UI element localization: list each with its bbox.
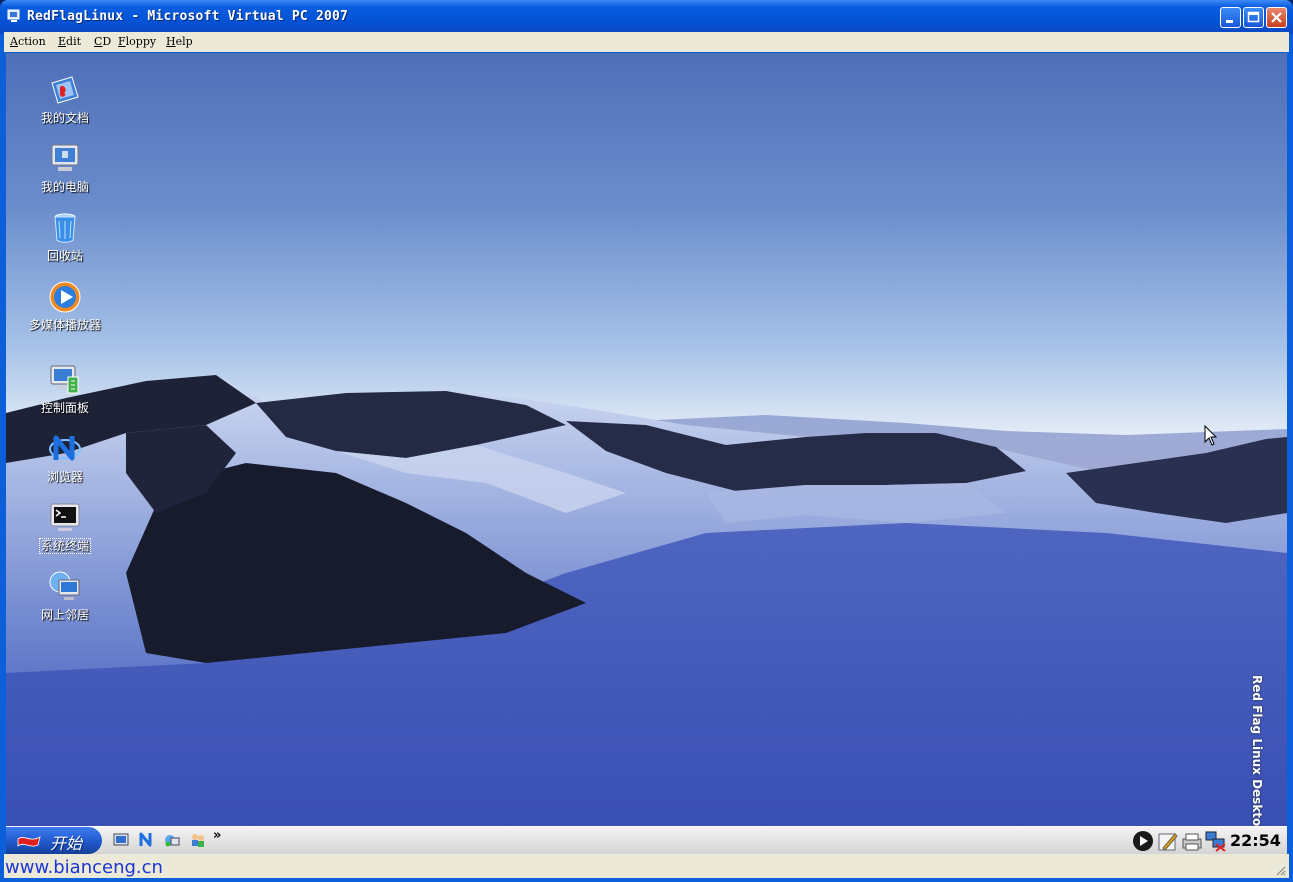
start-button[interactable]: 开始 <box>6 827 102 854</box>
status-bar <box>4 854 1289 878</box>
menu-bar: Action Edit CD Floppy Help <box>4 32 1289 52</box>
maximize-icon <box>1247 11 1260 23</box>
network-icon <box>49 571 80 600</box>
desktop-icon-media-player[interactable]: 多媒体播放器 <box>20 280 110 333</box>
terminal-icon <box>50 503 80 531</box>
guest-taskbar: 开始 » 22:54 <box>6 826 1287 854</box>
browser-icon[interactable] <box>138 832 154 848</box>
my-documents-icon <box>51 76 79 104</box>
recycle-bin-icon <box>54 213 76 243</box>
close-icon <box>1271 12 1282 23</box>
desktop-icon-label: 我的文档 <box>40 111 89 125</box>
browser-icon <box>49 435 81 461</box>
edit-icon[interactable] <box>1157 830 1179 852</box>
branding-text: Red Flag Linux Desktop <box>1250 675 1264 826</box>
desktop-icon-terminal[interactable]: 系统终端 <box>20 501 110 554</box>
printer-icon[interactable] <box>1181 830 1203 852</box>
menu-cd[interactable]: CD <box>94 35 111 48</box>
minimize-icon <box>1226 20 1233 23</box>
red-flag-icon <box>17 836 41 847</box>
resize-grip-icon[interactable] <box>1274 864 1286 876</box>
virtual-pc-icon <box>7 9 20 22</box>
desktop-icon-recycle-bin[interactable]: 回收站 <box>20 211 110 264</box>
network-icon[interactable] <box>164 832 180 848</box>
vpc-window: RedFlagLinux - Microsoft Virtual PC 2007… <box>0 0 1293 882</box>
wallpaper-mountains <box>6 375 1287 826</box>
desktop-icon-label: 回收站 <box>46 249 83 263</box>
close-button[interactable] <box>1266 7 1287 28</box>
my-computer-icon <box>51 144 79 171</box>
desktop-icon-label: 浏览器 <box>46 470 83 484</box>
users-icon[interactable] <box>190 832 206 848</box>
menu-edit[interactable]: Edit <box>58 35 81 48</box>
show-desktop-icon[interactable] <box>113 832 129 848</box>
menu-help[interactable]: Help <box>166 35 193 48</box>
window-title: RedFlagLinux - Microsoft Virtual PC 2007 <box>27 9 349 24</box>
desktop-icon-label: 系统终端 <box>38 538 92 554</box>
maximize-button[interactable] <box>1243 7 1264 28</box>
desktop-icon-label: 网上邻居 <box>40 608 89 622</box>
network-status-icon[interactable] <box>1205 830 1227 852</box>
desktop-icon-control-panel[interactable]: 控制面板 <box>20 363 110 416</box>
menu-floppy[interactable]: Floppy <box>118 35 156 48</box>
desktop-icon-network[interactable]: 网上邻居 <box>20 570 110 623</box>
minimize-button[interactable] <box>1220 7 1241 28</box>
site-watermark: www.bianceng.cn <box>5 857 163 878</box>
desktop-icon-label: 多媒体播放器 <box>28 318 101 332</box>
quicklaunch-overflow-button[interactable]: » <box>213 828 221 843</box>
start-label: 开始 <box>50 834 83 853</box>
control-panel-icon <box>50 365 79 394</box>
taskbar-clock[interactable]: 22:54 <box>1230 831 1281 850</box>
wallpaper-branding: Red Flag Linux Desktop <box>1248 675 1272 826</box>
title-bar[interactable]: RedFlagLinux - Microsoft Virtual PC 2007 <box>0 0 1293 34</box>
desktop-icon-label: 我的电脑 <box>40 180 89 194</box>
desktop-icon-my-computer[interactable]: 我的电脑 <box>20 142 110 195</box>
media-player-icon <box>49 281 81 313</box>
guest-desktop[interactable]: 我的文档 我的电脑 回收站 多媒体播放器 控制面板 浏览器 系统终端 网上邻居 … <box>6 53 1287 826</box>
desktop-icon-my-documents[interactable]: 我的文档 <box>20 73 110 126</box>
desktop-icon-label: 控制面板 <box>40 401 89 415</box>
mouse-cursor-icon <box>1204 425 1218 446</box>
media-icon[interactable] <box>1132 830 1154 852</box>
desktop-icon-browser[interactable]: 浏览器 <box>20 432 110 485</box>
menu-action[interactable]: Action <box>10 35 46 48</box>
